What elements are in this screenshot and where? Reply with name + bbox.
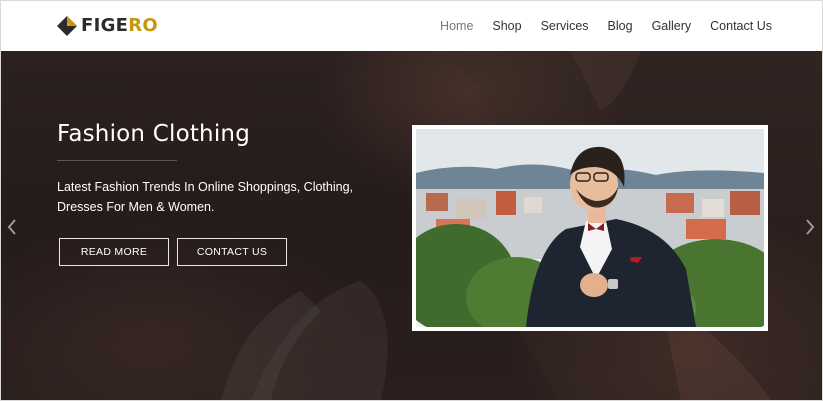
chevron-right-icon[interactable] xyxy=(803,217,817,237)
read-more-button[interactable]: READ MORE xyxy=(59,238,169,266)
hero-photo-frame xyxy=(412,125,768,331)
nav-contact-us[interactable]: Contact Us xyxy=(710,17,772,35)
hero-subtitle: Latest Fashion Trends In Online Shopping… xyxy=(57,180,354,214)
chevron-left-icon[interactable] xyxy=(5,217,19,237)
nav-shop[interactable]: Shop xyxy=(492,17,521,35)
hero-slider: Fashion Clothing Latest Fashion Trends I… xyxy=(1,51,822,400)
site-header: FIGERO Home Shop Services Blog Gallery C… xyxy=(1,1,822,51)
nav-blog[interactable]: Blog xyxy=(608,17,633,35)
diamond-logo-icon xyxy=(57,16,77,36)
hero-divider xyxy=(57,160,177,161)
nav-services[interactable]: Services xyxy=(541,17,589,35)
nav-home[interactable]: Home xyxy=(440,17,473,35)
main-nav: Home Shop Services Blog Gallery Contact … xyxy=(421,17,772,35)
hero-title: Fashion Clothing xyxy=(57,121,251,147)
logo-text: FIGERO xyxy=(81,15,159,36)
site-logo[interactable]: FIGERO xyxy=(56,14,158,38)
contact-us-button[interactable]: CONTACT US xyxy=(177,238,287,266)
nav-gallery[interactable]: Gallery xyxy=(652,17,692,35)
hero-photo-man-in-suit xyxy=(416,129,764,327)
page: FIGERO Home Shop Services Blog Gallery C… xyxy=(0,0,823,401)
